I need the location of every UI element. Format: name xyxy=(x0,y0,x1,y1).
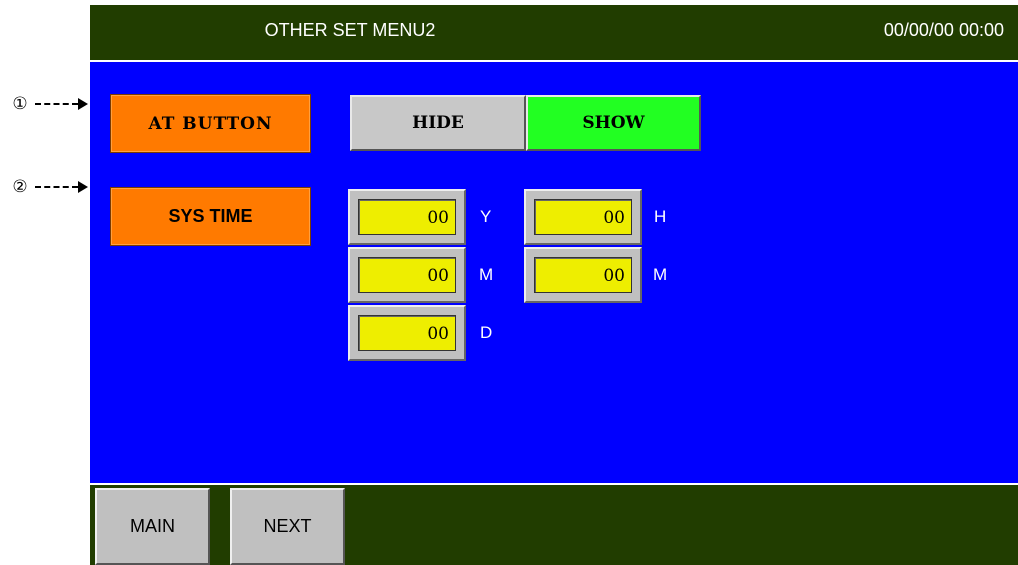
sys-time-label-text: SYS TIME xyxy=(168,206,253,226)
minute-field[interactable]: 00 xyxy=(524,247,642,303)
next-button[interactable]: NEXT xyxy=(230,488,345,565)
annotation-1: ① xyxy=(0,90,92,118)
day-value[interactable]: 00 xyxy=(358,315,456,351)
month-unit: M xyxy=(479,265,494,284)
dashed-line xyxy=(35,103,78,105)
hide-button[interactable]: HIDE xyxy=(350,95,526,151)
at-button-label: AT BUTTON xyxy=(110,94,311,153)
minute-unit: M xyxy=(653,265,668,284)
at-button-label-text: AT BUTTON xyxy=(148,113,273,134)
year-field[interactable]: 00 xyxy=(348,189,466,245)
dashed-line xyxy=(35,186,78,188)
day-field[interactable]: 00 xyxy=(348,305,466,361)
arrow-right-icon xyxy=(78,98,88,110)
hour-unit: H xyxy=(654,207,667,226)
annotation-marker-1: ① xyxy=(12,94,28,114)
main-button[interactable]: MAIN xyxy=(95,488,210,565)
page-title: OTHER SET MENU2 xyxy=(264,20,436,40)
day-unit: D xyxy=(480,323,493,342)
hour-field[interactable]: 00 xyxy=(524,189,642,245)
divider xyxy=(90,60,1018,62)
minute-value[interactable]: 00 xyxy=(534,257,632,293)
month-value[interactable]: 00 xyxy=(358,257,456,293)
hmi-screen: OTHER SET MENU2 00/00/00 00:00 AT BUTTON… xyxy=(90,5,1018,565)
annotation-marker-2: ② xyxy=(12,177,28,197)
year-value[interactable]: 00 xyxy=(358,199,456,235)
clock-display: 00/00/00 00:00 xyxy=(883,20,1004,40)
arrow-right-icon xyxy=(78,181,88,193)
sys-time-label: SYS TIME xyxy=(110,187,311,246)
year-unit: Y xyxy=(480,207,492,226)
show-button[interactable]: SHOW xyxy=(526,95,701,151)
month-field[interactable]: 00 xyxy=(348,247,466,303)
hour-value[interactable]: 00 xyxy=(534,199,632,235)
annotation-2: ② xyxy=(0,173,92,201)
title-bar: OTHER SET MENU2 00/00/00 00:00 xyxy=(90,5,1018,60)
